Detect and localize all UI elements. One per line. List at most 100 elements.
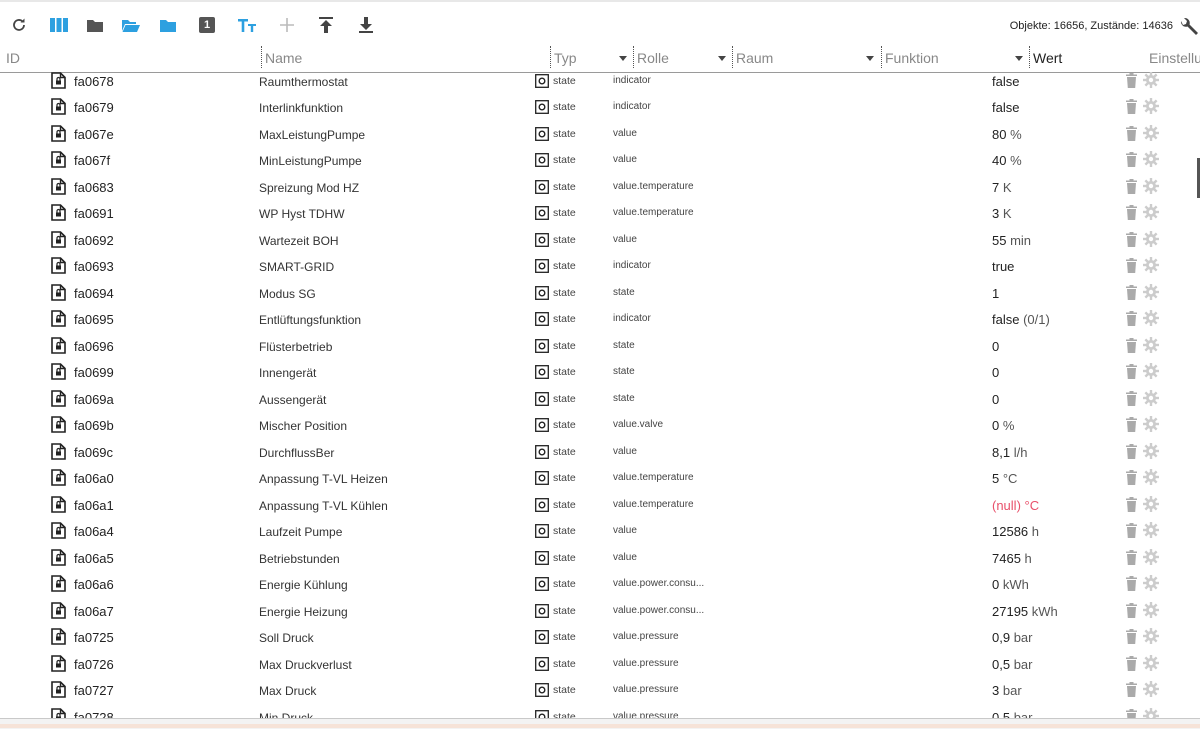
table-row[interactable]: fa067e MaxLeistungPumpe state value 80 % <box>0 121 1190 148</box>
gear-icon[interactable] <box>1143 522 1159 541</box>
trash-icon[interactable] <box>1126 655 1137 674</box>
trash-icon[interactable] <box>1126 284 1137 303</box>
trash-icon[interactable] <box>1126 390 1137 409</box>
table-row[interactable]: fa0728 Min Druck state value.pressure 0,5 ba… <box>0 704 1190 719</box>
trash-icon[interactable] <box>1126 576 1137 594</box>
columns-icon[interactable] <box>48 14 70 36</box>
table-row[interactable]: fa069c DurchflussBer state value 8,1 l/h <box>0 439 1190 466</box>
refresh-icon[interactable] <box>8 14 30 36</box>
object-value[interactable]: 5 °C <box>992 471 1017 486</box>
column-resizer[interactable] <box>881 46 882 68</box>
trash-icon[interactable] <box>1126 99 1137 117</box>
table-row[interactable]: fa0683 Spreizung Mod HZ state value.tempera… <box>0 174 1190 201</box>
column-resizer[interactable] <box>732 46 733 68</box>
header-name[interactable]: Name <box>265 50 302 66</box>
gear-icon[interactable] <box>1143 707 1159 718</box>
trash-icon[interactable] <box>1126 311 1137 329</box>
table-row[interactable]: fa06a0 Anpassung T-VL Heizen state value.te… <box>0 465 1190 492</box>
upload-icon[interactable] <box>315 14 337 36</box>
trash-icon[interactable] <box>1126 178 1137 197</box>
gear-icon[interactable] <box>1143 124 1159 144</box>
object-value[interactable]: false <box>992 74 1019 89</box>
gear-icon[interactable] <box>1143 469 1159 488</box>
trash-icon[interactable] <box>1126 258 1137 276</box>
table-row[interactable]: fa0679 Interlinkfunktion state indicator fal… <box>0 94 1190 121</box>
gear-icon[interactable] <box>1143 442 1159 462</box>
gear-icon[interactable] <box>1143 204 1159 223</box>
add-icon[interactable] <box>276 14 298 36</box>
object-value[interactable]: 12586 h <box>992 524 1039 539</box>
trash-icon[interactable] <box>1126 629 1137 647</box>
object-value[interactable]: false <box>992 100 1019 115</box>
gear-icon[interactable] <box>1143 230 1159 250</box>
gear-icon[interactable] <box>1143 628 1159 647</box>
gear-icon[interactable] <box>1143 548 1159 568</box>
object-value[interactable]: 0 kWh <box>992 577 1029 592</box>
gear-icon[interactable] <box>1143 310 1159 329</box>
trash-icon[interactable] <box>1126 231 1137 250</box>
gear-icon[interactable] <box>1143 681 1159 700</box>
object-value[interactable]: 27195 kWh <box>992 604 1058 619</box>
object-value[interactable]: 80 % <box>992 127 1022 142</box>
column-resizer[interactable] <box>633 46 634 68</box>
trash-icon[interactable] <box>1126 152 1137 170</box>
table-row[interactable]: fa0726 Max Druckverlust state value.pressur… <box>0 651 1190 678</box>
table-row[interactable]: fa069a Aussengerät state state 0 <box>0 386 1190 413</box>
table-row[interactable]: fa06a6 Energie Kühlung state value.power.co… <box>0 571 1190 598</box>
trash-icon[interactable] <box>1126 470 1137 488</box>
trash-icon[interactable] <box>1126 443 1137 462</box>
object-value[interactable]: 8,1 l/h <box>992 445 1027 460</box>
header-value[interactable]: Wert <box>1033 50 1062 66</box>
trash-icon[interactable] <box>1126 337 1137 356</box>
gear-icon[interactable] <box>1143 363 1159 382</box>
object-value[interactable]: 0,5 bar <box>992 710 1033 719</box>
gear-icon[interactable] <box>1143 389 1159 409</box>
object-value[interactable]: 1 <box>992 286 999 301</box>
object-value[interactable]: 55 min <box>992 233 1031 248</box>
object-value[interactable]: 0 % <box>992 418 1014 433</box>
trash-icon[interactable] <box>1126 364 1137 382</box>
object-value[interactable]: 0 <box>992 392 999 407</box>
gear-icon[interactable] <box>1143 495 1159 515</box>
table-row[interactable]: fa06a7 Energie Heizung state value.power.co… <box>0 598 1190 625</box>
table-row[interactable]: fa0695 Entlüftungsfunktion state indicator f… <box>0 306 1190 333</box>
trash-icon[interactable] <box>1126 549 1137 568</box>
object-value[interactable]: 3 K <box>992 206 1012 221</box>
gear-icon[interactable] <box>1143 98 1159 117</box>
table-row[interactable]: fa0725 Soll Druck state value.pressure 0,9 b… <box>0 624 1190 651</box>
wrench-icon[interactable] <box>1178 16 1200 38</box>
table-row[interactable]: fa0696 Flüsterbetrieb state state 0 <box>0 333 1190 360</box>
table-row[interactable]: fa0727 Max Druck state value.pressure 3 bar <box>0 677 1190 704</box>
object-value[interactable]: false (0/1) <box>992 312 1050 327</box>
table-row[interactable]: fa0694 Modus SG state state 1 <box>0 280 1190 307</box>
table-row[interactable]: fa0691 WP Hyst TDHW state value.temperature… <box>0 200 1190 227</box>
table-row[interactable]: fa0693 SMART-GRID state indicator true <box>0 253 1190 280</box>
object-value[interactable]: 0,9 bar <box>992 630 1033 645</box>
object-value[interactable]: (null) °C <box>992 498 1039 513</box>
gear-icon[interactable] <box>1143 151 1159 170</box>
table-row[interactable]: fa06a5 Betriebstunden state value 7465 h <box>0 545 1190 572</box>
header-type[interactable]: Typ <box>554 50 577 66</box>
text-size-icon[interactable] <box>236 14 258 36</box>
column-resizer[interactable] <box>261 46 262 68</box>
object-value[interactable]: 0 <box>992 365 999 380</box>
trash-icon[interactable] <box>1126 708 1137 718</box>
table-row[interactable]: fa0699 Innengerät state state 0 <box>0 359 1190 386</box>
role-filter-dropdown-icon[interactable] <box>718 56 726 61</box>
folder-open-icon[interactable] <box>120 14 142 36</box>
trash-icon[interactable] <box>1126 125 1137 144</box>
trash-icon[interactable] <box>1126 72 1137 91</box>
table-row[interactable]: fa06a1 Anpassung T-VL Kühlen state value.te… <box>0 492 1190 519</box>
gear-icon[interactable] <box>1143 336 1159 356</box>
object-value[interactable]: 0 <box>992 339 999 354</box>
header-room[interactable]: Raum <box>736 50 773 66</box>
object-value[interactable]: 40 % <box>992 153 1022 168</box>
table-row[interactable]: fa067f MinLeistungPumpe state value 40 % <box>0 147 1190 174</box>
header-role[interactable]: Rolle <box>637 50 669 66</box>
download-icon[interactable] <box>355 14 377 36</box>
header-function[interactable]: Funktion <box>885 50 939 66</box>
trash-icon[interactable] <box>1126 602 1137 621</box>
trash-icon[interactable] <box>1126 496 1137 515</box>
counter-icon[interactable]: 1 <box>196 14 218 36</box>
folder-closed-icon[interactable] <box>157 14 179 36</box>
